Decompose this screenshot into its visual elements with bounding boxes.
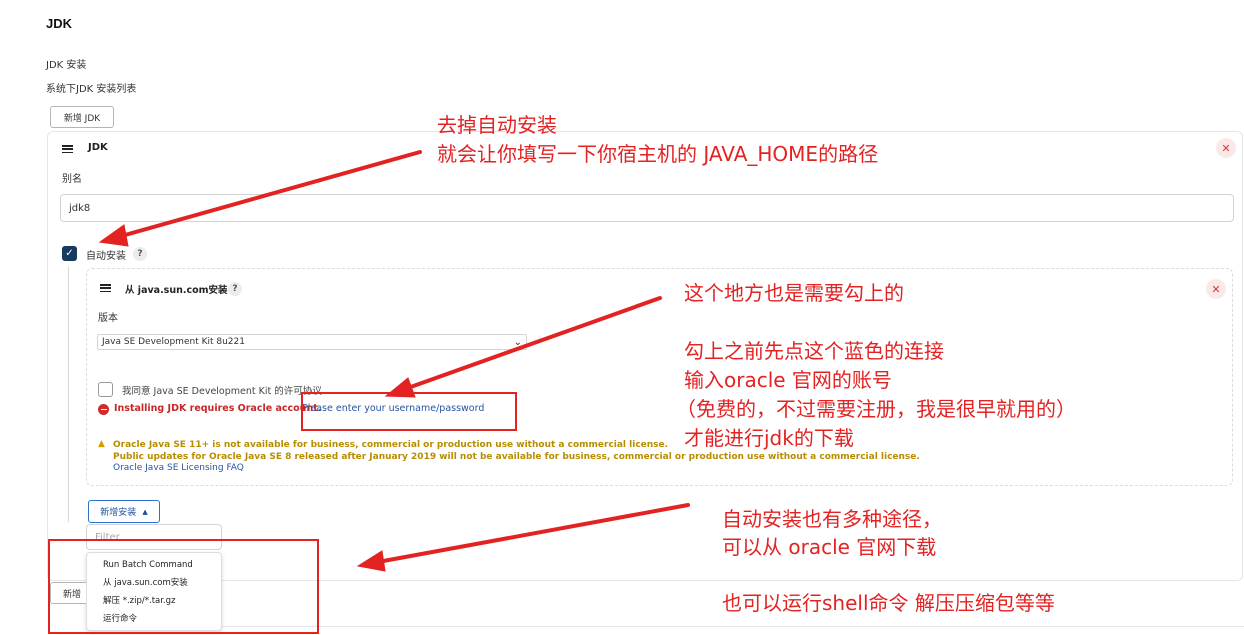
annotation-2-line-4: （免费的，不过需要注册，我是很早就用的） xyxy=(676,397,1076,421)
annotation-2-line-2: 勾上之前先点这个蓝色的连接 xyxy=(684,339,944,363)
annotation-2-line-3: 输入oracle 官网的账号 xyxy=(684,368,892,392)
annotation-2-line-5: 才能进行jdk的下载 xyxy=(684,426,854,450)
annotation-3-line-3: 也可以运行shell命令 解压压缩包等等 xyxy=(722,591,1055,615)
annotation-arrows xyxy=(98,150,690,572)
annotation-2-line-1: 这个地方也是需要勾上的 xyxy=(684,281,904,305)
annotation-3-line-2: 可以从 oracle 官网下载 xyxy=(722,535,937,559)
annotation-3-line-1: 自动安装也有多种途径， xyxy=(722,507,942,531)
annotation-1-line-1: 去掉自动安装 xyxy=(437,113,557,137)
annotation-1-line-2: 就会让你填写一下你宿主机的 JAVA_HOME的路径 xyxy=(437,142,879,166)
